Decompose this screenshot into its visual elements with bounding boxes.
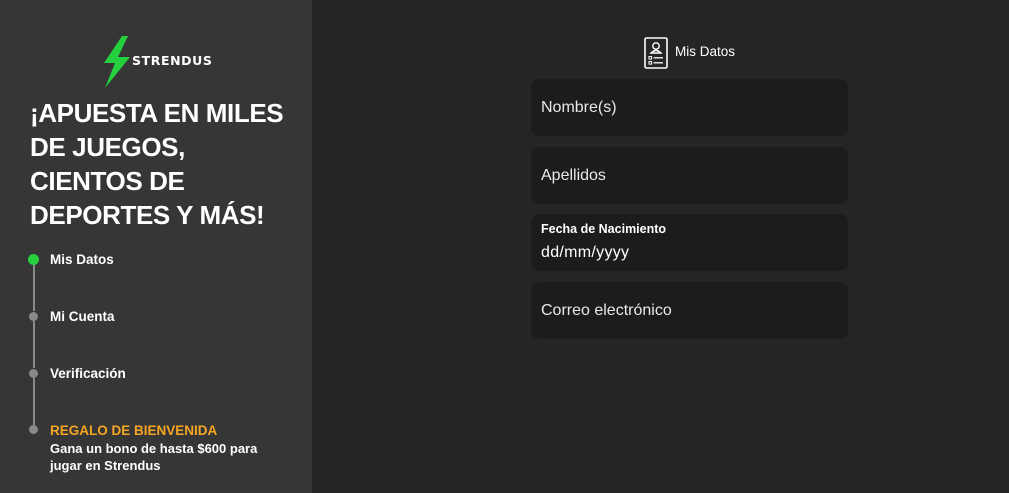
step-verificacion[interactable]: Verificación [50,366,126,381]
brand-logo[interactable]: STRENDUS [100,36,213,88]
step-connector [33,264,35,311]
welcome-gift-description: Gana un bono de hasta $600 para jugar en… [50,441,258,473]
step-indicator-active [28,254,39,265]
brand-name: STRENDUS [132,53,213,68]
step-connector [33,321,35,368]
step-indicator [29,425,38,434]
fecha-nacimiento-input[interactable]: dd/mm/yyyy [541,244,629,262]
step-indicator [29,369,38,378]
apellidos-field[interactable] [531,147,848,204]
step-mi-cuenta[interactable]: Mi Cuenta [50,309,115,324]
fecha-nacimiento-label: Fecha de Nacimiento [541,222,667,236]
nombre-input[interactable] [531,79,848,136]
document-profile-icon [644,37,668,69]
step-mis-datos[interactable]: Mis Datos [50,252,114,267]
correo-field[interactable] [531,282,848,339]
step-indicator [29,312,38,321]
promo-headline: ¡APUESTA EN MILES DE JUEGOS, CIENTOS DE … [30,98,284,230]
welcome-gift-title: REGALO DE BIENVENIDA [50,423,218,438]
fecha-nacimiento-field[interactable]: Fecha de Nacimiento dd/mm/yyyy [531,214,848,271]
sidebar: STRENDUS ¡APUESTA EN MILES DE JUEGOS, CI… [0,0,312,493]
lightning-bolt-icon [104,36,130,88]
correo-input[interactable] [531,282,848,339]
apellidos-input[interactable] [531,147,848,204]
form-section-title: Mis Datos [675,44,736,59]
nombre-field[interactable] [531,79,848,136]
step-connector [33,378,35,425]
